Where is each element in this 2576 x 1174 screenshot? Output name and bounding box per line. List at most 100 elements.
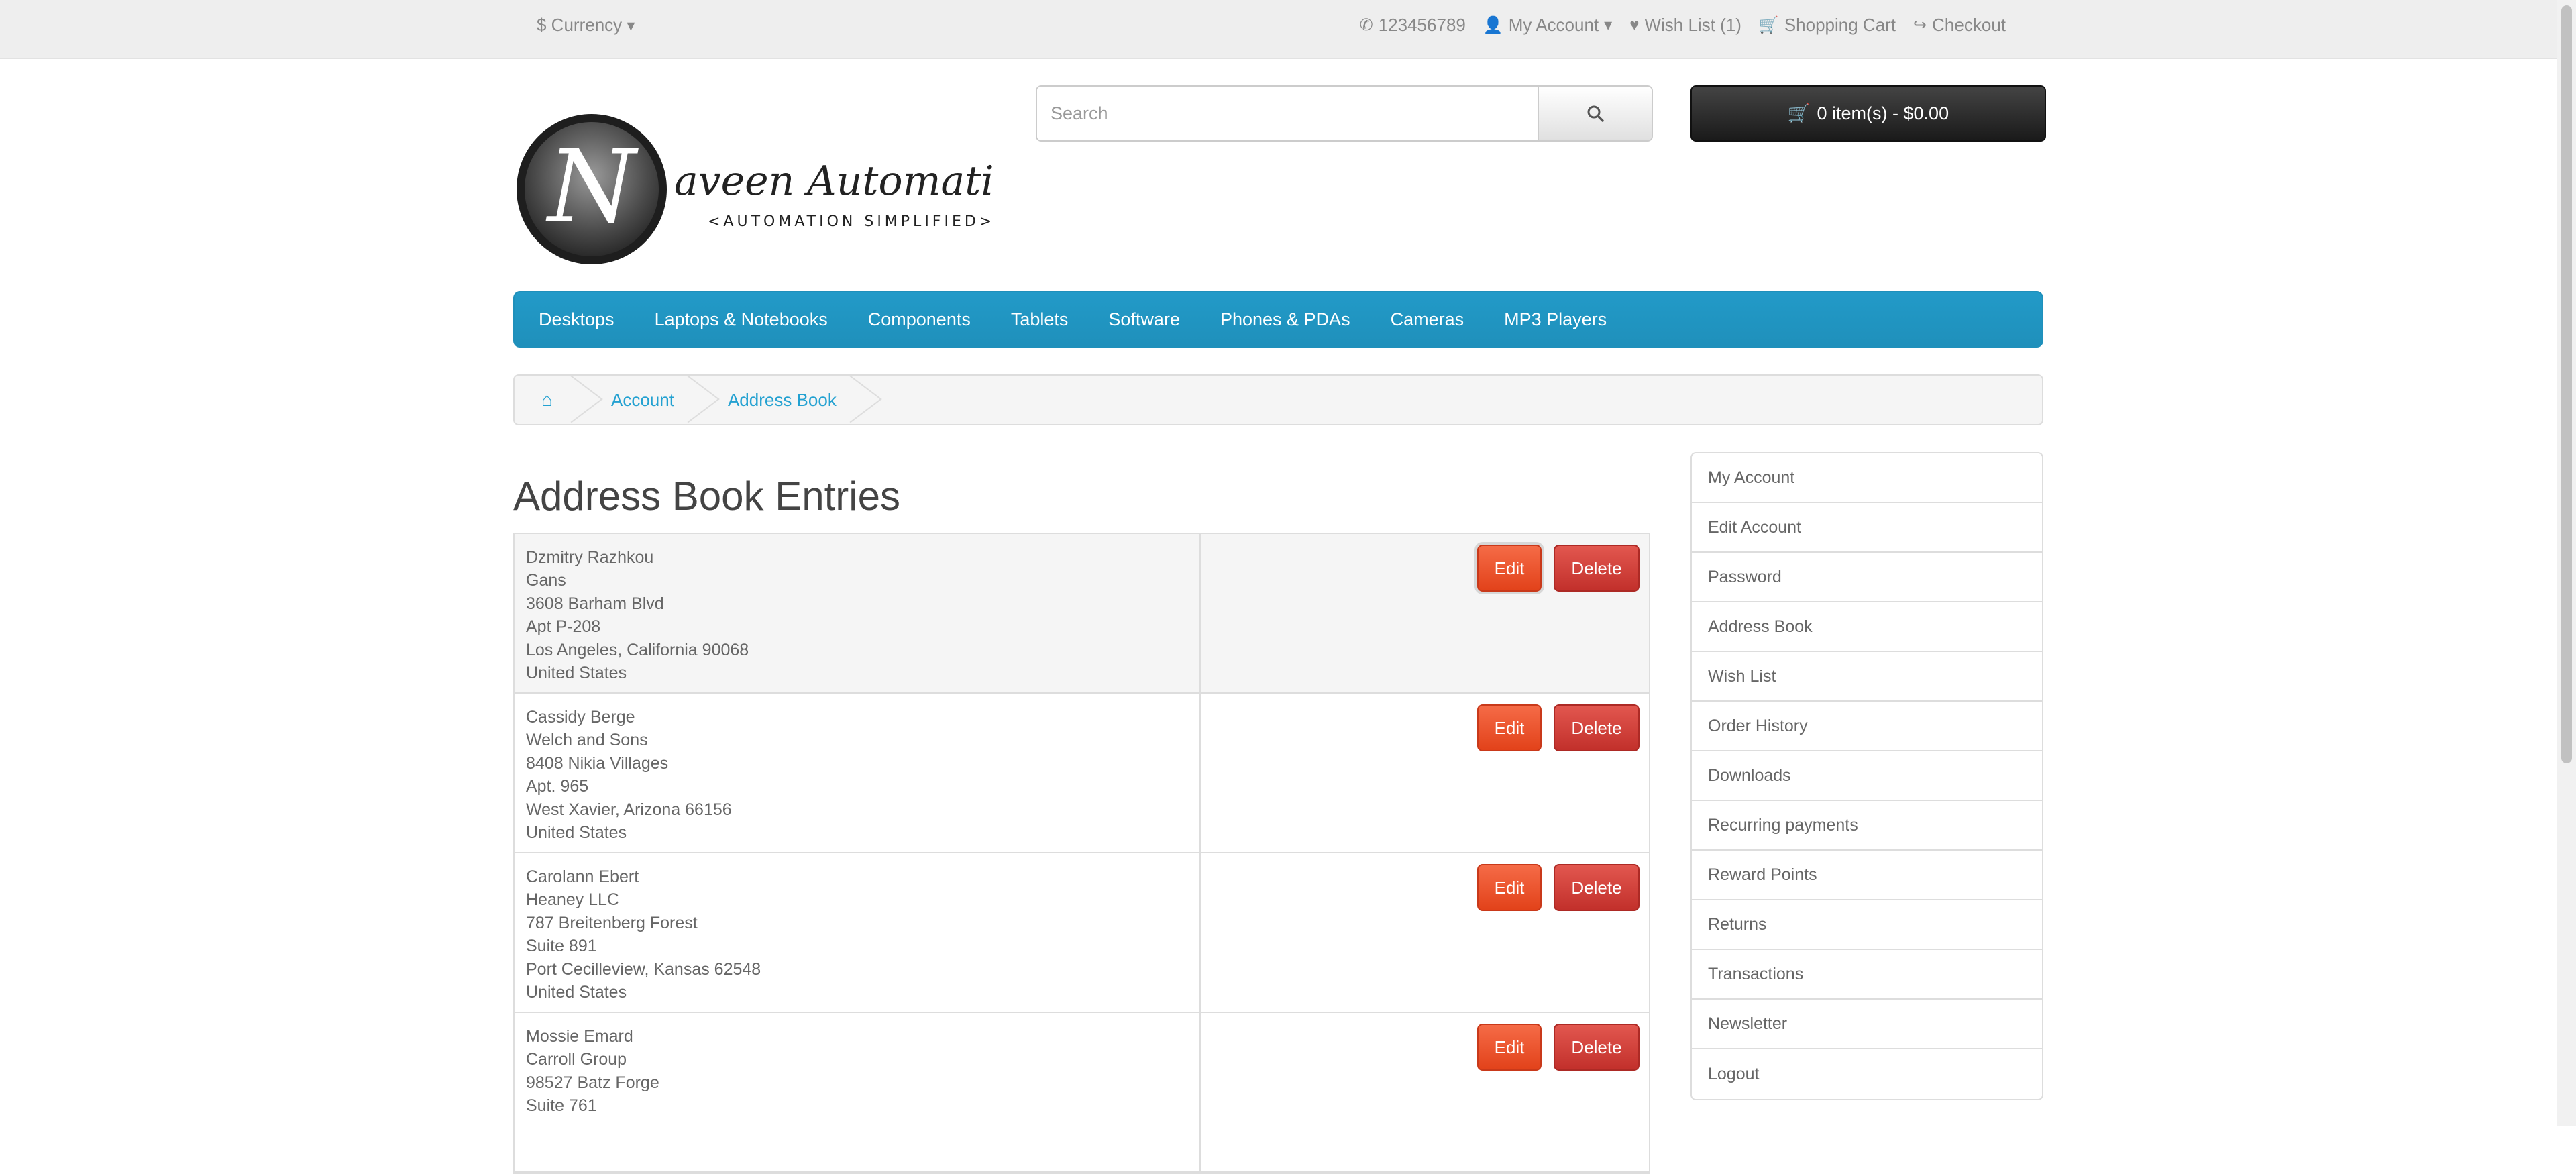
delete-button[interactable]: Delete	[1554, 864, 1640, 911]
address-line: Cassidy Berge	[526, 708, 635, 727]
wishlist-link[interactable]: ♥ Wish List (1)	[1629, 15, 1741, 36]
address-text: Carolann Ebert Heaney LLC 787 Breitenber…	[515, 853, 1201, 1012]
search-bar	[1036, 85, 1653, 142]
shopping-cart-label: Shopping Cart	[1784, 15, 1896, 35]
phone-icon: ✆	[1359, 16, 1373, 34]
account-sidebar: My Account Edit Account Password Address…	[1690, 452, 2043, 1100]
address-text: Mossie Emard Carroll Group 98527 Batz Fo…	[515, 1013, 1201, 1171]
heart-icon: ♥	[1629, 15, 1640, 34]
address-line: Welch and Sons	[526, 731, 648, 750]
logo-text: aveen Automation Labs	[674, 158, 996, 205]
menu-item-components[interactable]: Components	[868, 309, 971, 330]
edit-button[interactable]: Edit	[1477, 704, 1542, 751]
address-line: Apt P-208	[526, 617, 601, 637]
cart-button[interactable]: 🛒 0 item(s) - $0.00	[1690, 85, 2046, 142]
sidebar-item-my-account[interactable]: My Account	[1692, 453, 2042, 503]
home-icon: ⌂	[541, 389, 553, 410]
page-scrollbar[interactable]	[2557, 0, 2576, 1126]
delete-button[interactable]: Delete	[1554, 545, 1640, 592]
address-text: Cassidy Berge Welch and Sons 8408 Nikia …	[515, 694, 1201, 852]
logo-tagline: <AUTOMATION SIMPLIFIED>	[708, 213, 995, 230]
phone-number: 123456789	[1378, 15, 1466, 35]
sidebar-item-order-history[interactable]: Order History	[1692, 702, 2042, 751]
address-row: Mossie Emard Carroll Group 98527 Batz Fo…	[515, 1013, 1649, 1173]
row-actions: Edit Delete	[1201, 534, 1649, 692]
address-line: Heaney LLC	[526, 890, 619, 910]
edit-button[interactable]: Edit	[1477, 1024, 1542, 1071]
share-icon: ↪	[1913, 16, 1927, 34]
edit-button[interactable]: Edit	[1477, 864, 1542, 911]
checkout-label: Checkout	[1932, 15, 2006, 35]
sidebar-item-logout[interactable]: Logout	[1692, 1049, 2042, 1099]
search-button[interactable]	[1538, 87, 1652, 140]
category-menu: Desktops Laptops & Notebooks Components …	[513, 291, 2043, 348]
my-account-label: My Account	[1508, 15, 1599, 35]
wishlist-label: Wish List (1)	[1644, 15, 1741, 35]
address-line: Carroll Group	[526, 1050, 627, 1069]
sidebar-item-password[interactable]: Password	[1692, 553, 2042, 602]
delete-button[interactable]: Delete	[1554, 1024, 1640, 1071]
checkout-link[interactable]: ↪ Checkout	[1913, 15, 2006, 36]
address-line: Los Angeles, California 90068	[526, 640, 749, 659]
address-line: Mossie Emard	[526, 1027, 633, 1046]
sidebar-item-returns[interactable]: Returns	[1692, 900, 2042, 950]
cart-icon: 🛒	[1758, 16, 1779, 34]
menu-item-software[interactable]: Software	[1108, 309, 1180, 330]
menu-item-cameras[interactable]: Cameras	[1391, 309, 1464, 330]
address-line: United States	[526, 663, 627, 683]
address-line: West Xavier, Arizona 66156	[526, 800, 732, 819]
top-bar: $ Currency ▾ ✆ 123456789 👤 My Account ▾ ♥ Wi…	[0, 0, 2557, 59]
sidebar-item-transactions[interactable]: Transactions	[1692, 950, 2042, 1000]
breadcrumb-address-book[interactable]: Address Book	[701, 376, 863, 424]
caret-down-icon: ▾	[627, 17, 635, 35]
currency-dropdown[interactable]: $ Currency ▾	[537, 15, 635, 36]
address-row: Carolann Ebert Heaney LLC 787 Breitenber…	[515, 853, 1649, 1013]
breadcrumb-account[interactable]: Account	[584, 376, 701, 424]
site-logo[interactable]: N aveen Automation Labs <AUTOMATION SIMP…	[513, 111, 1154, 268]
address-line: 8408 Nikia Villages	[526, 753, 669, 773]
page-title: Address Book Entries	[513, 474, 900, 519]
address-text: Dzmitry Razhkou Gans 3608 Barham Blvd Ap…	[515, 534, 1201, 692]
top-links: ✆ 123456789 👤 My Account ▾ ♥ Wish List (1) 🛒…	[1360, 15, 2006, 36]
menu-item-tablets[interactable]: Tablets	[1011, 309, 1069, 330]
shopping-cart-link[interactable]: 🛒 Shopping Cart	[1759, 15, 1896, 36]
scrollbar-thumb[interactable]	[2561, 5, 2572, 763]
menu-item-mp3[interactable]: MP3 Players	[1504, 309, 1607, 330]
address-line: 787 Breitenberg Forest	[526, 913, 698, 932]
address-line: Apt. 965	[526, 777, 589, 796]
row-actions: Edit Delete	[1201, 694, 1649, 852]
address-line: United States	[526, 983, 627, 1002]
menu-item-phones[interactable]: Phones & PDAs	[1220, 309, 1350, 330]
sidebar-item-wish-list[interactable]: Wish List	[1692, 652, 2042, 702]
address-line: Suite 761	[526, 1096, 597, 1116]
address-row: Cassidy Berge Welch and Sons 8408 Nikia …	[515, 694, 1649, 853]
address-line: 98527 Batz Forge	[526, 1073, 659, 1092]
phone-link[interactable]: ✆ 123456789	[1360, 15, 1466, 36]
sidebar-item-address-book[interactable]: Address Book	[1692, 602, 2042, 652]
sidebar-item-reward-points[interactable]: Reward Points	[1692, 851, 2042, 900]
row-actions: Edit Delete	[1201, 853, 1649, 1012]
address-line: 3608 Barham Blvd	[526, 594, 664, 613]
sidebar-item-downloads[interactable]: Downloads	[1692, 751, 2042, 801]
address-table: Dzmitry Razhkou Gans 3608 Barham Blvd Ap…	[513, 533, 1650, 1174]
breadcrumb-home[interactable]: ⌂	[515, 376, 584, 424]
menu-item-laptops[interactable]: Laptops & Notebooks	[655, 309, 828, 330]
search-input[interactable]	[1037, 87, 1538, 140]
delete-button[interactable]: Delete	[1554, 704, 1640, 751]
address-line: Port Cecilleview, Kansas 62548	[526, 959, 761, 979]
cart-label: 0 item(s) - $0.00	[1817, 103, 1949, 123]
row-actions: Edit Delete	[1201, 1013, 1649, 1171]
currency-label: $ Currency	[537, 15, 623, 35]
sidebar-item-edit-account[interactable]: Edit Account	[1692, 503, 2042, 553]
user-icon: 👤	[1483, 16, 1503, 34]
edit-button[interactable]: Edit	[1477, 545, 1542, 592]
menu-item-desktops[interactable]: Desktops	[539, 309, 614, 330]
svg-text:N: N	[545, 129, 639, 246]
address-line: Dzmitry Razhkou	[526, 548, 654, 567]
my-account-dropdown[interactable]: 👤 My Account ▾	[1483, 15, 1612, 36]
cart-icon: 🛒	[1787, 103, 1811, 123]
sidebar-item-recurring-payments[interactable]: Recurring payments	[1692, 801, 2042, 851]
sidebar-item-newsletter[interactable]: Newsletter	[1692, 1000, 2042, 1049]
address-line: United States	[526, 823, 627, 843]
address-line: Gans	[526, 571, 566, 590]
